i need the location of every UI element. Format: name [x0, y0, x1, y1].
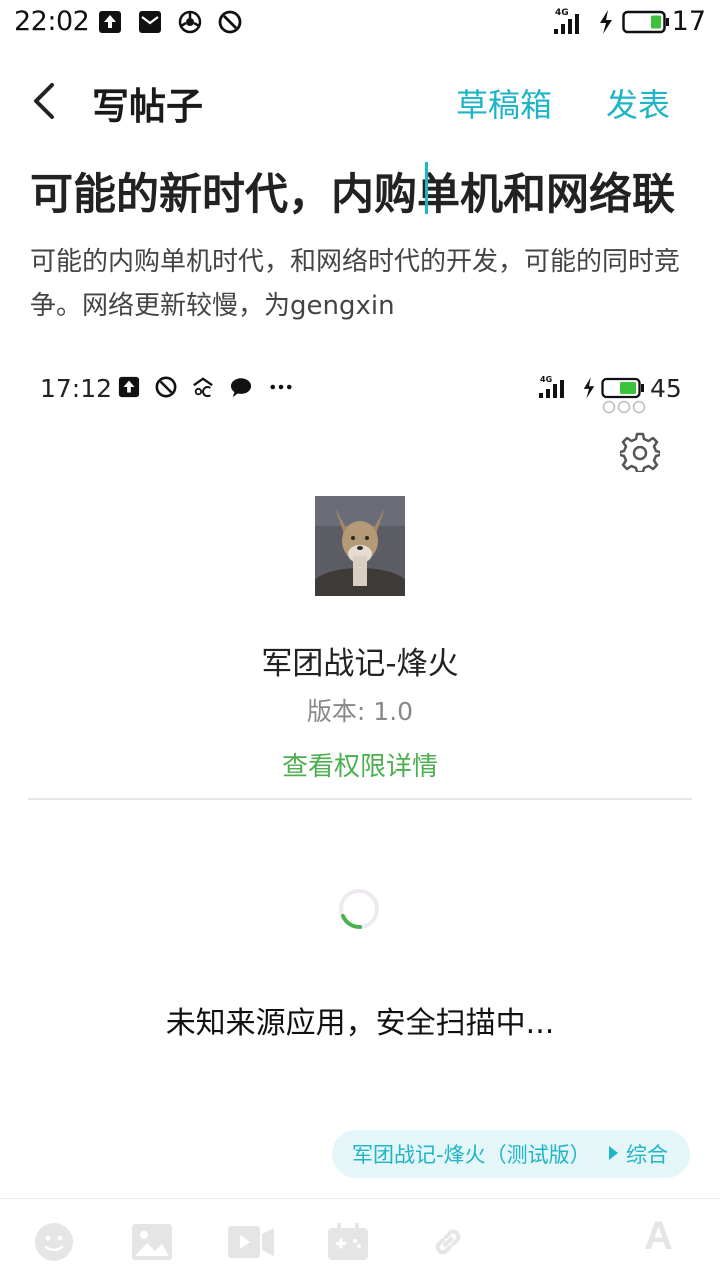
- signal-icon: [539, 380, 564, 398]
- window-dots-icon: [602, 400, 646, 414]
- status-time: 22:02: [14, 6, 90, 37]
- category-label[interactable]: 综合: [626, 1139, 668, 1169]
- emoji-icon[interactable]: [34, 1222, 74, 1262]
- post-body-input[interactable]: 可能的内购单机时代，和网络时代的开发，可能的同时竞争。网络更新较慢，为gengx…: [30, 240, 690, 328]
- loading-spinner-icon: [339, 889, 379, 929]
- dnd-icon: [218, 10, 242, 34]
- permissions-link[interactable]: 查看权限详情: [0, 746, 720, 783]
- drafts-button[interactable]: 草稿箱: [456, 80, 552, 126]
- publish-button[interactable]: 发表: [606, 80, 670, 126]
- signal-icon: [554, 14, 579, 34]
- scan-status: 未知来源应用，安全扫描中...: [165, 1006, 555, 1041]
- game-icon[interactable]: [328, 1222, 368, 1262]
- mail-icon: [139, 11, 161, 33]
- battery-level: 17: [671, 6, 706, 37]
- battery-icon: [601, 377, 644, 399]
- gear-icon[interactable]: [620, 432, 660, 472]
- toolbar-divider: [0, 1198, 720, 1199]
- charging-icon: [600, 10, 612, 34]
- dnd-icon: [155, 376, 177, 398]
- app-version: 版本: 1.0: [306, 697, 414, 726]
- link-icon[interactable]: [430, 1224, 466, 1260]
- more-icon: [270, 384, 292, 390]
- chat-icon: [230, 378, 252, 398]
- weather-icon: [193, 377, 213, 398]
- upload-icon: [99, 11, 121, 33]
- back-arrow-icon[interactable]: [30, 82, 60, 120]
- app-icon: [315, 496, 405, 596]
- video-icon[interactable]: [228, 1222, 274, 1262]
- page-title: 写帖子: [92, 85, 203, 128]
- charging-icon: [583, 377, 595, 399]
- game-tag-label[interactable]: 军团战记-烽火（测试版）: [352, 1139, 591, 1169]
- battery-icon: [622, 10, 669, 34]
- embedded-screenshot[interactable]: 17:12 4G 45 军团战记-烽火 版本: 1.0 查看权限详情 未知来源应…: [0, 350, 720, 1200]
- text-cursor: [425, 162, 428, 214]
- embedded-status-time: 17:12: [40, 374, 113, 403]
- upload-icon: [118, 376, 140, 398]
- font-icon[interactable]: A: [644, 1214, 673, 1259]
- play-arrow-icon: [609, 1146, 618, 1160]
- post-title-input[interactable]: 可能的新时代，内购单机和网络联: [30, 160, 675, 222]
- embedded-battery-level: 45: [650, 374, 682, 403]
- sync-icon: [178, 10, 202, 34]
- app-name: 军团战记-烽火: [261, 646, 459, 682]
- divider: [28, 798, 692, 800]
- image-icon[interactable]: [132, 1222, 172, 1262]
- status-bar: 22:02 4G 17: [0, 0, 720, 44]
